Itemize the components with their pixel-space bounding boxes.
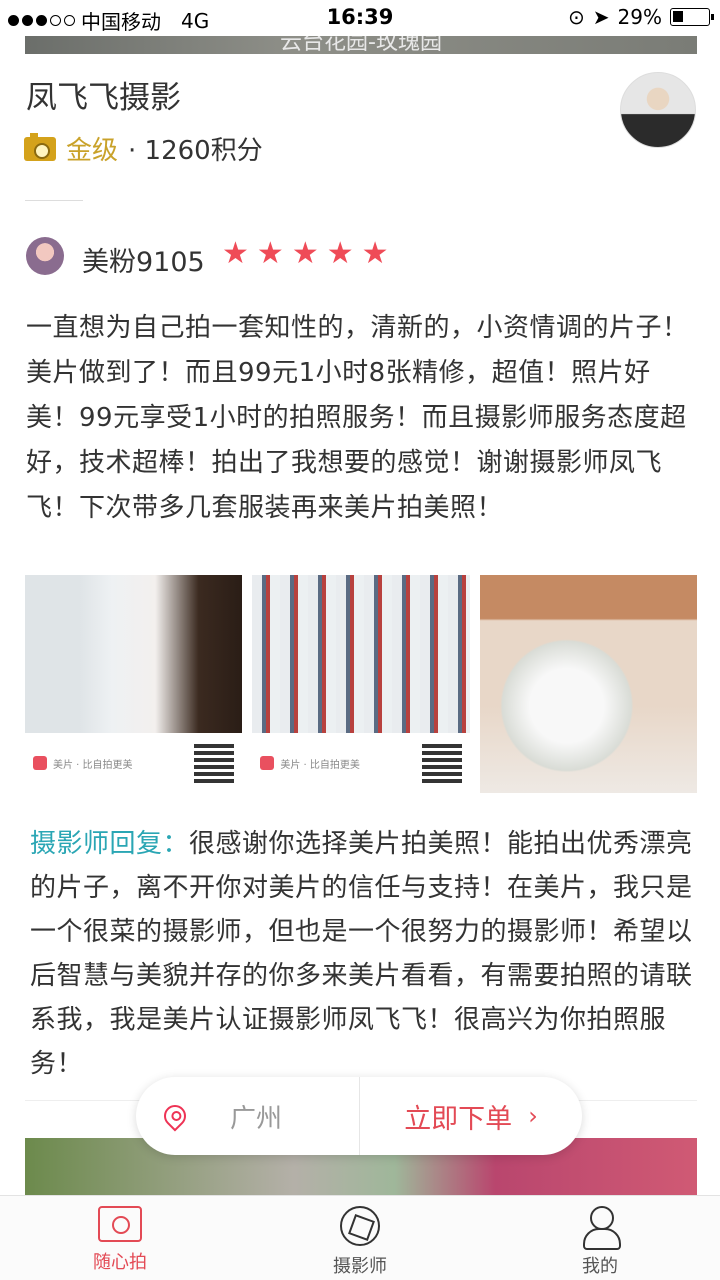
points-label: · 1260积分 <box>128 136 263 166</box>
reviewer-name: 美粉9105 <box>82 247 205 278</box>
level-label: 金级 <box>66 136 119 166</box>
meipian-logo-icon <box>260 756 275 770</box>
aperture-icon <box>340 1206 380 1246</box>
studio-level-row: 金级 · 1260积分 <box>24 130 263 167</box>
star-icon: ★ <box>361 236 389 271</box>
map-pin-icon <box>159 1100 191 1132</box>
tab-label: 我的 <box>582 1256 618 1277</box>
reviewer-avatar[interactable] <box>26 237 64 275</box>
tab-label: 随心拍 <box>93 1252 147 1273</box>
previous-card-caption: 云台花园-玫瑰园 <box>280 36 442 54</box>
photographer-reply: 摄影师回复：很感谢你选择美片拍美照！能拍出优秀漂亮的片子，离不开你对美片的信任与… <box>30 822 696 1086</box>
review-text: 一直想为自己拍一套知性的，清新的，小资情调的片子！美片做到了！而且99元1小时8… <box>26 313 689 523</box>
order-now-button[interactable]: 立即下单 › <box>360 1077 582 1155</box>
review-photo[interactable] <box>479 575 697 793</box>
camera-frame-icon <box>98 1206 142 1242</box>
user-icon <box>580 1206 621 1250</box>
photo-watermark-bar: 美片 · 比自拍更美 <box>252 733 470 793</box>
photographer-avatar[interactable] <box>620 72 696 148</box>
rotation-lock-icon: ⊙ <box>568 5 585 29</box>
reply-label: 摄影师回复： <box>30 829 190 859</box>
star-icon: ★ <box>326 236 354 271</box>
review-photo[interactable]: 美片 · 比自拍更美 <box>25 575 243 793</box>
status-right: ⊙ ➤ 29% <box>568 5 714 29</box>
review-photos: 美片 · 比自拍更美 美片 · 比自拍更美 <box>25 575 697 793</box>
photo-watermark-bar: 美片 · 比自拍更美 <box>25 733 243 793</box>
location-arrow-icon: ➤ <box>592 5 610 29</box>
action-pill: 广州 立即下单 › <box>136 1077 582 1155</box>
tab-label: 摄影师 <box>333 1256 387 1277</box>
photo-watermark: 美片 · 比自拍更美 <box>53 759 133 771</box>
divider <box>25 200 83 201</box>
meipian-logo-icon <box>33 756 47 770</box>
order-now-label: 立即下单 <box>404 1103 513 1135</box>
tab-bar: 随心拍 摄影师 我的 <box>0 1195 720 1280</box>
tab-photographer[interactable]: 摄影师 <box>240 1196 480 1280</box>
star-icon: ★ <box>291 236 319 271</box>
star-icon: ★ <box>256 236 284 271</box>
battery-percent: 29% <box>617 5 662 29</box>
status-bar: 中国移动 4G 16:39 ⊙ ➤ 29% <box>0 0 720 36</box>
city-selector[interactable]: 广州 <box>136 1077 360 1155</box>
qr-code-icon <box>421 743 462 783</box>
camera-badge-icon <box>24 132 56 161</box>
city-label: 广州 <box>230 1103 283 1134</box>
star-icon: ★ <box>222 236 249 271</box>
previous-card-image[interactable]: 云台花园-玫瑰园 <box>25 36 697 54</box>
rating-stars: ★ ★ ★ ★ ★ <box>222 239 389 269</box>
studio-name[interactable]: 凤飞飞摄影 <box>26 72 181 117</box>
battery-icon <box>670 8 714 26</box>
qr-code-icon <box>194 743 235 783</box>
chevron-right-icon: › <box>528 1102 538 1130</box>
tab-suixinpai[interactable]: 随心拍 <box>0 1196 240 1280</box>
review-photo[interactable]: 美片 · 比自拍更美 <box>252 575 470 793</box>
tab-me[interactable]: 我的 <box>480 1196 720 1280</box>
reply-text: 很感谢你选择美片拍美照！能拍出优秀漂亮的片子，离不开你对美片的信任与支持！在美片… <box>30 829 693 1079</box>
photo-watermark: 美片 · 比自拍更美 <box>280 759 360 771</box>
